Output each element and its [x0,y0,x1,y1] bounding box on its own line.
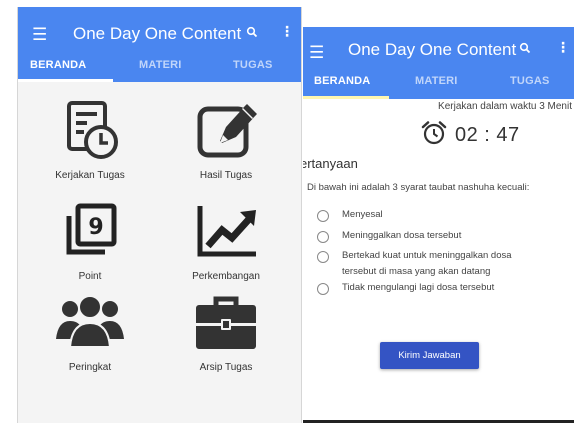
app-bar: ☰ One Day One Content ⋮ BERANDA MATERI T… [303,27,574,99]
menu-icon[interactable]: ☰ [32,26,47,43]
trend-chart-icon [166,195,286,267]
edit-pencil-icon [166,94,286,166]
menu-point[interactable]: 9 Point [30,195,150,282]
tab-indicator [18,79,113,82]
option-label: Meninggalkan dosa tersebut [342,230,462,241]
menu-label: Perkembangan [192,271,260,282]
point-nine-icon: 9 [30,195,150,267]
app-title: One Day One Content [73,24,242,43]
menu-arsip-tugas[interactable]: Arsip Tugas [166,286,286,373]
search-icon[interactable] [246,25,258,43]
countdown-timer: 02 : 47 [421,120,520,151]
radio-button[interactable] [317,231,329,243]
menu-kerjakan-tugas[interactable]: Kerjakan Tugas [30,94,150,181]
svg-text:9: 9 [88,215,103,240]
briefcase-icon [166,286,286,358]
search-icon[interactable] [519,41,531,59]
menu-label: Peringkat [68,362,112,373]
menu-peringkat[interactable]: Peringkat [30,286,150,373]
tab-beranda[interactable]: BERANDA [30,59,86,71]
option-label: Menyesal [342,209,383,220]
menu-label: Hasil Tugas [199,170,253,181]
menu-label: Point [78,271,102,282]
tab-materi[interactable]: MATERI [415,75,458,87]
radio-button[interactable] [317,283,329,295]
menu-label: Kerjakan Tugas [55,170,125,181]
tab-materi[interactable]: MATERI [139,59,182,71]
tab-tugas[interactable]: TUGAS [233,59,273,71]
menu-hasil-tugas[interactable]: Hasil Tugas [166,94,286,181]
tab-tugas[interactable]: TUGAS [510,75,550,87]
alarm-clock-icon [421,120,447,151]
submit-answer-button[interactable]: Kirim Jawaban [380,342,479,369]
task-clock-icon [30,94,150,166]
menu-perkembangan[interactable]: Perkembangan [166,195,286,282]
answer-option[interactable]: Meninggalkan dosa tersebut [317,230,562,244]
group-users-icon [30,286,150,358]
option-label: Tidak mengulangi lagi dosa tersebut [342,282,495,293]
more-options-icon[interactable]: ⋮ [280,23,294,40]
answer-option[interactable]: Bertekad kuat untuk meninggalkan dosa te… [317,250,547,280]
answer-option[interactable]: Menyesal [317,209,562,223]
tab-indicator [303,96,389,99]
option-label: Bertekad kuat untuk meninggalkan dosa te… [342,250,512,277]
section-heading: ertanyaan [303,156,358,171]
app-title: One Day One Content [348,40,517,59]
radio-button[interactable] [317,210,329,222]
timer-value: 02 : 47 [455,124,520,146]
answer-option[interactable]: Tidak mengulangi lagi dosa tersebut [317,282,562,296]
app-bar: ☰ One Day One Content ⋮ BERANDA MATERI T… [18,7,301,82]
quiz-screen: ☰ One Day One Content ⋮ BERANDA MATERI T… [303,27,574,423]
menu-icon[interactable]: ☰ [309,44,324,61]
radio-button[interactable] [317,251,329,263]
tab-beranda[interactable]: BERANDA [314,75,370,87]
timer-note: Kerjakan dalam waktu 3 Menit [438,101,572,112]
home-screen: ☰ One Day One Content ⋮ BERANDA MATERI T… [17,7,302,423]
more-options-icon[interactable]: ⋮ [556,39,570,56]
menu-label: Arsip Tugas [199,362,253,373]
question-text: Di bawah ini adalah 3 syarat taubat nash… [307,182,530,193]
